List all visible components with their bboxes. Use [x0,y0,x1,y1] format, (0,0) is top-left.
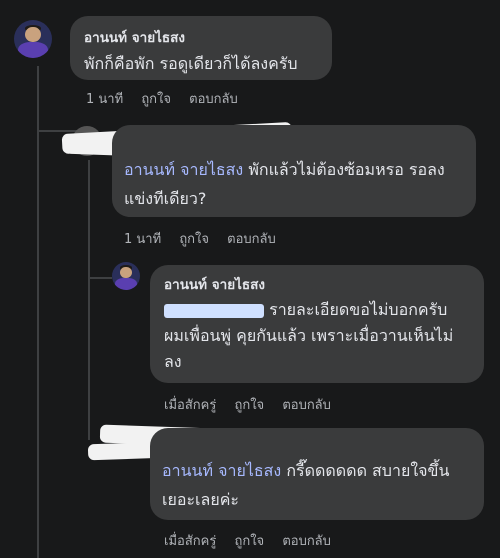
comment-text: กรี๊ดดดดดด สบายใจขึ้น [286,461,450,480]
like-button[interactable]: ถูกใจ [234,530,264,551]
like-button[interactable]: ถูกใจ [141,88,171,109]
reply-button[interactable]: ตอบกลับ [282,394,331,415]
comment-bubble: อานนท์ จายไธสง รายละเอียดขอไม่บอกครับ ผม… [150,265,484,383]
comment-text: รายละเอียดขอไม่บอกครับ [269,300,448,319]
reply-button[interactable]: ตอบกลับ [282,530,331,551]
comment-time[interactable]: เมื่อสักครู่ [164,530,216,551]
reply-button[interactable]: ตอบกลับ [227,228,276,249]
comment-bubble: อานนท์ จายไธสง พักแล้วไม่ต้องซ้อมหรอ รอล… [112,125,476,217]
comment-actions: เมื่อสักครู่ ถูกใจ ตอบกลับ [164,394,331,415]
comment-author[interactable]: อานนท์ จายไธสง [164,273,470,295]
like-button[interactable]: ถูกใจ [234,394,264,415]
comment-text: แข่งทีเดียว? [124,189,207,208]
reply-button[interactable]: ตอบกลับ [189,88,238,109]
avatar[interactable] [112,262,140,290]
avatar[interactable] [14,20,52,58]
thread-line-branch-1 [37,130,77,132]
comment-actions: เมื่อสักครู่ ถูกใจ ตอบกลับ [164,530,331,551]
mention-link[interactable]: อานนท์ จายไธสง [124,160,243,179]
comment-bubble: อานนท์ จายไธสง กรี๊ดดดดดด สบายใจขึ้น เยอ… [150,428,484,520]
thread-line-branch-2 [88,277,112,279]
thread-line-sub [88,160,90,440]
comment-text: เยอะเลยค่ะ [162,490,239,509]
comment-text: พักก็คือพัก รอดูเดียวก็ได้ลงครับ [84,54,298,73]
comment-bubble: อานนท์ จายไธสง พักก็คือพัก รอดูเดียวก็ได… [70,16,332,80]
comment-time[interactable]: 1 นาที [124,228,161,249]
like-button[interactable]: ถูกใจ [179,228,209,249]
comment-author[interactable]: อานนท์ จายไธสง [84,26,318,48]
comment-text: ผมเพื่อนพู่ คุยกันแล้ว เพราะเมื่อวานเห็น… [164,326,454,345]
comment-text: ลง [164,352,182,371]
mention-link[interactable]: อานนท์ จายไธสง [162,461,281,480]
thread-line-main [37,66,39,558]
redacted-mention [164,303,264,318]
comment-time[interactable]: เมื่อสักครู่ [164,394,216,415]
comment-actions: 1 นาที ถูกใจ ตอบกลับ [86,88,238,109]
comment-time[interactable]: 1 นาที [86,88,123,109]
comment-text: พักแล้วไม่ต้องซ้อมหรอ รอลง [248,160,445,179]
comment-actions: 1 นาที ถูกใจ ตอบกลับ [124,228,276,249]
